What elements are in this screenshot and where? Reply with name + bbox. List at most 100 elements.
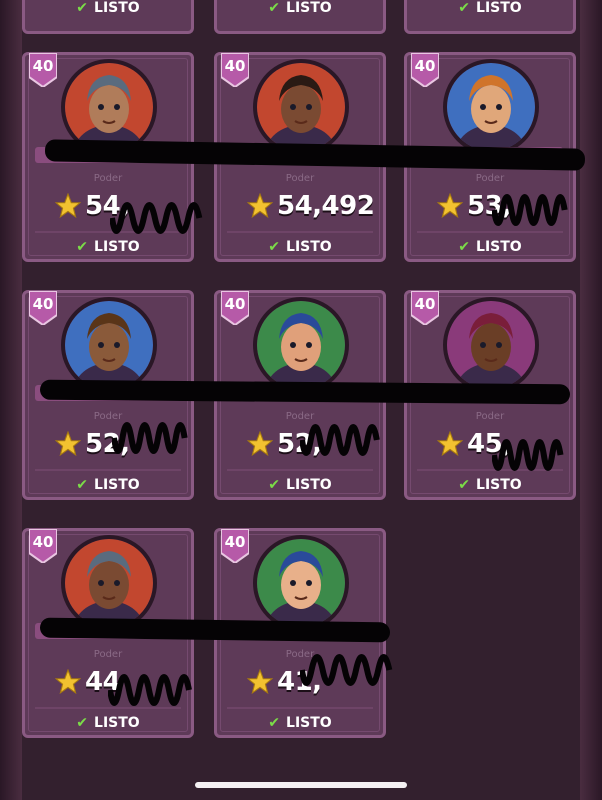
check-icon: ✔ xyxy=(76,239,89,255)
level-badge: 40 xyxy=(221,291,249,325)
background-left-edge xyxy=(0,0,22,800)
level-value: 40 xyxy=(32,57,54,75)
ready-status: ✔ LISTO xyxy=(268,715,332,731)
power-label: Poder xyxy=(475,173,505,184)
check-icon: ✔ xyxy=(268,239,281,255)
divider xyxy=(417,469,563,471)
hero-portrait xyxy=(253,59,349,155)
power-row: 52, xyxy=(55,426,130,462)
power-row: 53, xyxy=(437,188,512,224)
power-row: 45, xyxy=(437,426,512,462)
level-badge: 40 xyxy=(221,53,249,87)
star-icon xyxy=(437,431,463,457)
hero-card[interactable]: 40 Poder 54, ✔ LISTO xyxy=(22,52,194,262)
hero-portrait xyxy=(443,59,539,155)
hero-card[interactable]: 40 Poder 41, ✔ LISTO xyxy=(214,528,386,738)
check-icon: ✔ xyxy=(458,477,471,493)
name-ribbon xyxy=(417,385,563,401)
hero-card[interactable]: 40 Poder 54,492 ✔ LISTO xyxy=(214,52,386,262)
power-value: 52, xyxy=(277,429,322,459)
power-value: 45, xyxy=(467,429,512,459)
ready-status: ✔ LISTO xyxy=(268,239,332,255)
power-row: 41, xyxy=(247,664,322,700)
ready-status: ✔ LISTO xyxy=(268,0,332,16)
power-value: 52, xyxy=(85,429,130,459)
hero-portrait xyxy=(253,297,349,393)
level-badge: 40 xyxy=(29,291,57,325)
hero-card[interactable]: 40 Poder 52, ✔ LISTO xyxy=(214,290,386,500)
level-value: 40 xyxy=(224,533,246,551)
hero-portrait xyxy=(61,59,157,155)
background-right-edge xyxy=(580,0,602,800)
star-icon xyxy=(55,669,81,695)
check-icon: ✔ xyxy=(268,0,281,16)
level-value: 40 xyxy=(32,295,54,313)
hero-card-partial[interactable]: ✔ LISTO xyxy=(404,0,576,34)
power-label: Poder xyxy=(285,173,315,184)
check-icon: ✔ xyxy=(76,477,89,493)
level-value: 40 xyxy=(224,295,246,313)
star-icon xyxy=(247,431,273,457)
check-icon: ✔ xyxy=(458,0,471,16)
level-badge: 40 xyxy=(411,53,439,87)
divider xyxy=(417,231,563,233)
hero-portrait xyxy=(61,535,157,631)
divider xyxy=(227,469,373,471)
power-value: 54,492 xyxy=(277,191,375,221)
hero-card[interactable]: 40 Poder 44 ✔ LISTO xyxy=(22,528,194,738)
ready-status: ✔ LISTO xyxy=(76,477,140,493)
ready-status: ✔ LISTO xyxy=(268,477,332,493)
power-row: 54,492 xyxy=(247,188,375,224)
power-label: Poder xyxy=(475,411,505,422)
level-value: 40 xyxy=(224,57,246,75)
level-badge: 40 xyxy=(411,291,439,325)
divider xyxy=(227,707,373,709)
ready-status: ✔ LISTO xyxy=(76,715,140,731)
power-value: 44 xyxy=(85,667,121,697)
power-value: 54, xyxy=(85,191,130,221)
name-ribbon xyxy=(227,623,373,639)
level-badge: 40 xyxy=(29,53,57,87)
hero-card[interactable]: 40 Poder 53, ✔ LISTO xyxy=(404,52,576,262)
hero-portrait xyxy=(443,297,539,393)
power-value: 41, xyxy=(277,667,322,697)
name-ribbon xyxy=(227,147,373,163)
check-icon: ✔ xyxy=(268,477,281,493)
hero-portrait xyxy=(253,535,349,631)
power-label: Poder xyxy=(93,173,123,184)
hero-card-partial[interactable]: ✔ LISTO xyxy=(22,0,194,34)
name-ribbon xyxy=(35,385,181,401)
star-icon xyxy=(247,669,273,695)
level-value: 40 xyxy=(32,533,54,551)
ready-status: ✔ LISTO xyxy=(76,0,140,16)
power-label: Poder xyxy=(93,649,123,660)
star-icon xyxy=(55,193,81,219)
power-label: Poder xyxy=(285,411,315,422)
power-label: Poder xyxy=(285,649,315,660)
check-icon: ✔ xyxy=(268,715,281,731)
divider xyxy=(227,231,373,233)
divider xyxy=(35,469,181,471)
check-icon: ✔ xyxy=(76,0,89,16)
power-row: 44 xyxy=(55,664,121,700)
ready-status: ✔ LISTO xyxy=(458,477,522,493)
star-icon xyxy=(247,193,273,219)
power-value: 53, xyxy=(467,191,512,221)
hero-card[interactable]: 40 Poder 52, ✔ LISTO xyxy=(22,290,194,500)
power-row: 54, xyxy=(55,188,130,224)
hero-card-partial[interactable]: ✔ LISTO xyxy=(214,0,386,34)
name-ribbon xyxy=(35,147,181,163)
level-badge: 40 xyxy=(221,529,249,563)
name-ribbon xyxy=(227,385,373,401)
ready-status: ✔ LISTO xyxy=(458,239,522,255)
divider xyxy=(35,707,181,709)
home-indicator[interactable] xyxy=(195,782,407,788)
star-icon xyxy=(55,431,81,457)
level-badge: 40 xyxy=(29,529,57,563)
divider xyxy=(35,231,181,233)
check-icon: ✔ xyxy=(458,239,471,255)
hero-card[interactable]: 40 Poder 45, ✔ LISTO xyxy=(404,290,576,500)
hero-portrait xyxy=(61,297,157,393)
check-icon: ✔ xyxy=(76,715,89,731)
ready-status: ✔ LISTO xyxy=(76,239,140,255)
